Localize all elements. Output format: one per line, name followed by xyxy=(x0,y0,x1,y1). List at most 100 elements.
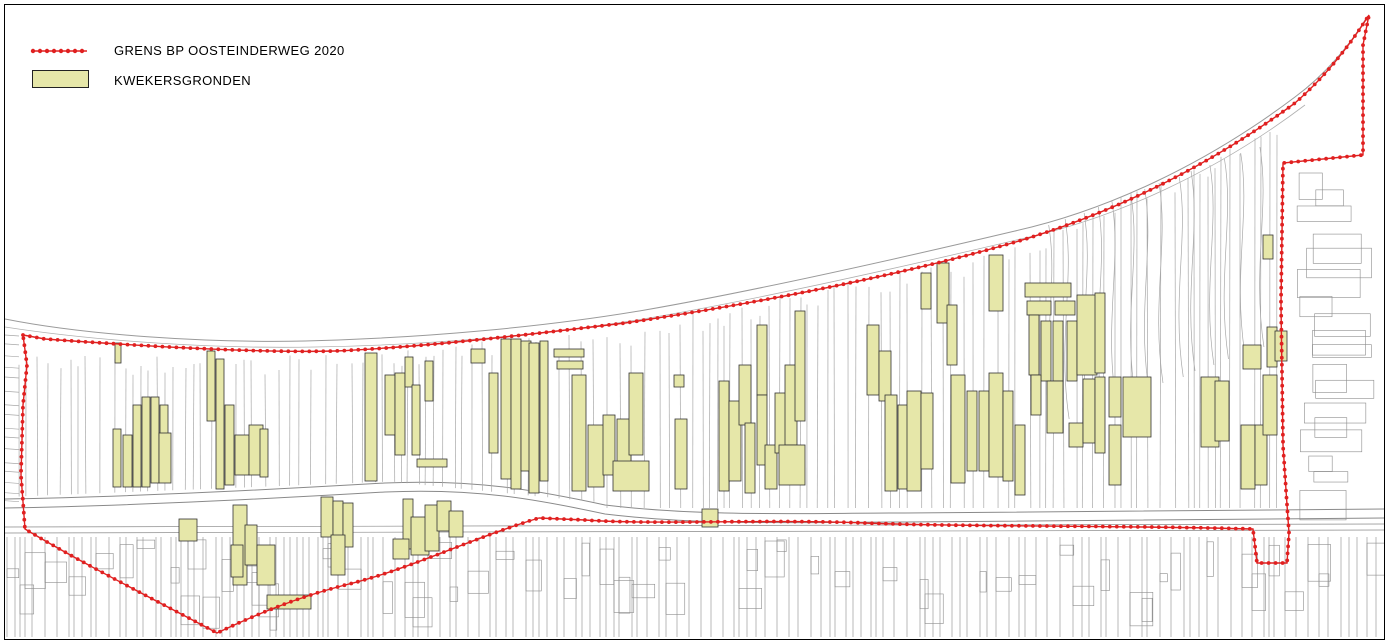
kwekersgrond-parcel[interactable] xyxy=(1052,320,1064,382)
kwekersgrond-parcel[interactable] xyxy=(1108,424,1122,486)
boundary-dot xyxy=(1331,156,1335,160)
kwekersgrond-parcel[interactable] xyxy=(966,390,978,472)
kwekersgrond-parcel[interactable] xyxy=(424,360,434,402)
kwekersgrond-parcel[interactable] xyxy=(1002,390,1014,482)
map-canvas[interactable] xyxy=(5,5,1384,639)
boundary-dot xyxy=(19,468,23,473)
kwekersgrond-parcel[interactable] xyxy=(510,338,522,490)
kwekersgrond-parcel[interactable] xyxy=(384,374,396,436)
kwekersgrond-parcel[interactable] xyxy=(1046,380,1064,434)
kwekersgrond-parcel[interactable] xyxy=(158,432,172,484)
boundary-dot xyxy=(1285,502,1289,507)
kwekersgrond-parcel[interactable] xyxy=(259,428,269,478)
kwekersgrond-parcel[interactable] xyxy=(738,364,752,426)
kwekersgrond-parcel[interactable] xyxy=(946,304,958,366)
kwekersgrond-parcel[interactable] xyxy=(878,350,892,402)
kwekersgrond-parcel[interactable] xyxy=(404,356,414,388)
kwekersgrond-parcel[interactable] xyxy=(224,404,235,486)
kwekersgrond-parcel[interactable] xyxy=(1262,374,1278,436)
kwekersgrond-parcel[interactable] xyxy=(978,390,990,472)
kwekersgrond-parcel[interactable] xyxy=(364,352,378,482)
kwekersgrond-parcel[interactable] xyxy=(206,350,216,422)
kwekersgrond-parcel[interactable] xyxy=(778,444,806,486)
kwekersgrond-parcel[interactable] xyxy=(1030,374,1042,416)
kwekersgrond-parcel[interactable] xyxy=(1014,424,1026,496)
boundary-dot xyxy=(488,336,493,341)
building xyxy=(119,544,134,579)
kwekersgrond-parcel[interactable] xyxy=(528,342,540,494)
kwekersgrond-parcel[interactable] xyxy=(411,384,421,456)
kwekersgrond-parcel[interactable] xyxy=(906,390,922,492)
kwekersgrond-parcel[interactable] xyxy=(234,434,250,476)
kwekersgrond-parcel[interactable] xyxy=(470,348,486,364)
kwekersgrond-parcel[interactable] xyxy=(448,510,464,538)
kwekersgrond-parcel[interactable] xyxy=(571,374,587,492)
kwekersgrond-parcel[interactable] xyxy=(1024,282,1072,298)
kwekersgrond-parcel[interactable] xyxy=(587,424,605,488)
kwekersgrond-parcel[interactable] xyxy=(950,374,966,484)
kwekersgrond-parcel[interactable] xyxy=(1122,376,1152,438)
kwekersgrond-parcel[interactable] xyxy=(1240,424,1256,490)
boundary-dot xyxy=(744,519,748,524)
kwekersgrond-parcel[interactable] xyxy=(320,496,334,538)
kwekersgrond-parcel[interactable] xyxy=(244,524,258,566)
kwekersgrond-parcel[interactable] xyxy=(988,372,1004,478)
kwekersgrond-parcel[interactable] xyxy=(394,372,406,456)
kwekersgrond-parcel[interactable] xyxy=(1094,376,1106,454)
kwekersgrond-parcel[interactable] xyxy=(1054,300,1076,316)
kwekersgrond-parcel[interactable] xyxy=(178,518,198,542)
ditch-line xyxy=(1209,164,1215,366)
kwekersgrond-parcel[interactable] xyxy=(1076,294,1098,376)
kwekersgrond-parcel[interactable] xyxy=(628,372,644,456)
kwekersgrond-parcel[interactable] xyxy=(718,380,730,492)
kwekersgrond-parcel[interactable] xyxy=(1262,234,1274,260)
kwekersgrond-parcel[interactable] xyxy=(539,340,549,482)
kwekersgrond-parcel[interactable] xyxy=(794,310,806,422)
kwekersgrond-parcel[interactable] xyxy=(674,418,688,490)
kwekersgrond-parcel[interactable] xyxy=(132,404,142,488)
kwekersgrond-parcel[interactable] xyxy=(701,508,719,528)
boundary-dot xyxy=(590,518,594,523)
kwekersgrond-parcel[interactable] xyxy=(392,538,410,560)
boundary-dot xyxy=(555,516,559,521)
kwekersgrond-parcel[interactable] xyxy=(920,392,934,470)
kwekersgrond-parcel[interactable] xyxy=(112,428,122,488)
kwekersgrond-parcel[interactable] xyxy=(756,324,768,396)
kwekersgrond-parcel[interactable] xyxy=(1108,376,1122,418)
kwekersgrond-parcel[interactable] xyxy=(1066,320,1078,382)
kwekersgrond-parcel[interactable] xyxy=(1068,422,1084,448)
kwekersgrond-parcel[interactable] xyxy=(114,342,122,364)
kwekersgrond-parcel[interactable] xyxy=(553,348,585,358)
parcel-line xyxy=(5,366,20,369)
kwekersgrond-parcel[interactable] xyxy=(500,338,512,480)
kwekersgrond-parcel[interactable] xyxy=(488,372,499,454)
kwekersgrond-parcel[interactable] xyxy=(897,404,909,490)
kwekersgrond-parcel[interactable] xyxy=(1026,300,1052,316)
parcel-line xyxy=(5,470,20,473)
kwekersgrond-parcel[interactable] xyxy=(122,434,133,488)
kwekersgrond-parcel[interactable] xyxy=(1082,378,1096,444)
kwekersgrond-parcel[interactable] xyxy=(988,254,1004,312)
kwekersgrond-parcel[interactable] xyxy=(1094,292,1106,374)
kwekersgrond-parcel[interactable] xyxy=(141,396,151,488)
kwekersgrond-parcel[interactable] xyxy=(1040,320,1052,382)
kwekersgrond-parcel[interactable] xyxy=(920,272,932,310)
kwekersgrond-parcel[interactable] xyxy=(1214,380,1230,442)
kwekersgrond-parcel[interactable] xyxy=(612,460,650,492)
kwekersgrond-parcel[interactable] xyxy=(150,396,160,484)
kwekersgrond-parcel[interactable] xyxy=(744,422,756,494)
kwekersgrond-parcel[interactable] xyxy=(215,358,225,490)
kwekersgrond-parcel[interactable] xyxy=(330,534,346,576)
kwekersgrond-parcel[interactable] xyxy=(1242,344,1262,370)
kwekersgrond-parcel[interactable] xyxy=(416,458,448,468)
kwekersgrond-parcel[interactable] xyxy=(866,324,880,396)
kwekersgronden-parcels[interactable] xyxy=(112,234,1288,610)
kwekersgrond-parcel[interactable] xyxy=(230,544,244,578)
kwekersgrond-parcel[interactable] xyxy=(884,394,898,492)
boundary-dot xyxy=(745,301,750,305)
kwekersgrond-parcel[interactable] xyxy=(556,360,584,370)
kwekersgrond-parcel[interactable] xyxy=(673,374,685,388)
boundary-dot xyxy=(209,347,214,351)
kwekersgrond-parcel[interactable] xyxy=(256,544,276,586)
kwekersgrond-parcel[interactable] xyxy=(1028,314,1040,376)
